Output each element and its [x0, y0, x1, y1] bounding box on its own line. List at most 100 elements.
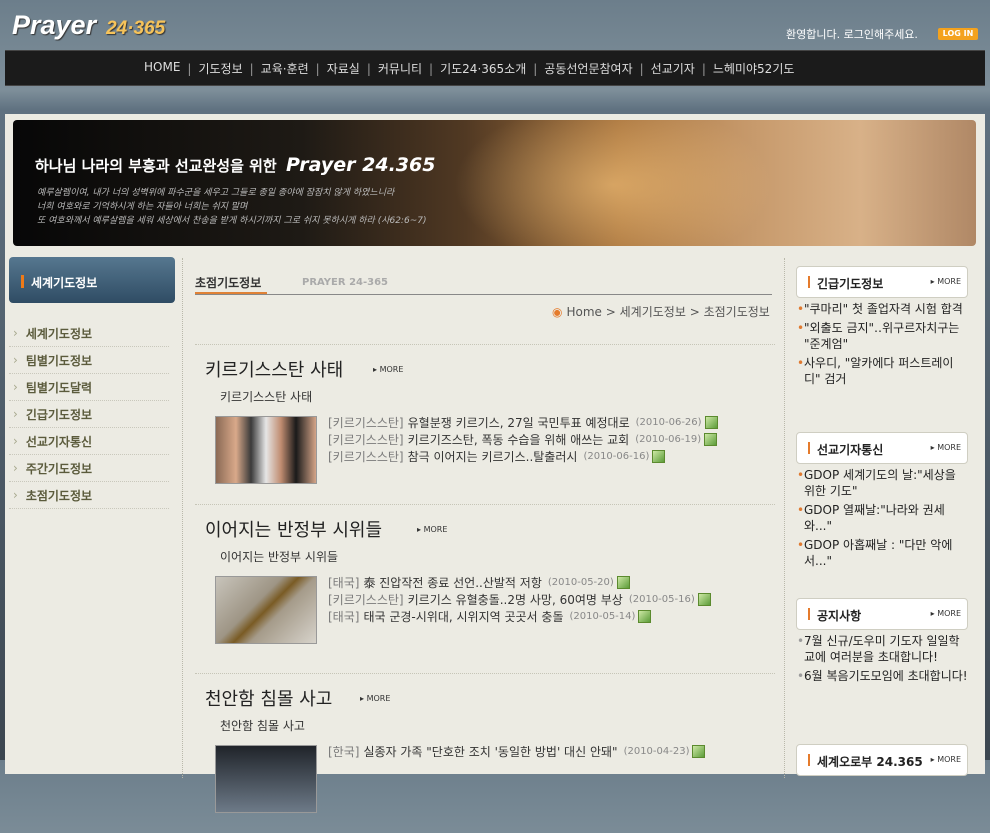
- nav-item[interactable]: | 선교기자: [633, 60, 695, 77]
- news-category[interactable]: [키르기스스탄]: [328, 591, 404, 608]
- more-label[interactable]: MORE: [937, 277, 961, 286]
- right-box-item-text[interactable]: GDOP 열째날:"나라와 권세와...": [804, 503, 945, 533]
- more-label[interactable]: MORE: [937, 609, 961, 618]
- news-category[interactable]: [키르기스스탄]: [328, 414, 404, 431]
- nav-item[interactable]: | 커뮤니티: [360, 60, 422, 77]
- news-item[interactable]: [키르기스스탄] 키르기스 유혈충돌..2명 사망, 60여명 부상 (2010-0…: [328, 591, 711, 608]
- nav-item[interactable]: | 자료실: [309, 60, 360, 77]
- sidebar-item[interactable]: › 긴급기도정보: [9, 401, 169, 428]
- section-thumbnail[interactable]: [215, 416, 317, 484]
- sidebar-item[interactable]: › 팀별기도정보: [9, 347, 169, 374]
- right-box-title[interactable]: 공지사항: [817, 607, 861, 624]
- section-title[interactable]: 천안함 침몰 사고: [205, 685, 332, 711]
- right-box-title[interactable]: 긴급기도정보: [817, 275, 883, 292]
- sidebar-item-label[interactable]: 긴급기도정보: [26, 406, 92, 423]
- right-box-item[interactable]: • 6월 복음기도모임에 초대합니다!: [796, 668, 968, 684]
- login-button[interactable]: LOG IN: [938, 28, 978, 40]
- right-box-item[interactable]: • 사우디, "알카에다 퍼스트레이디" 검거: [796, 355, 968, 387]
- right-box-item[interactable]: • GDOP 아홉째날 : "다만 악에서...": [796, 537, 968, 569]
- nav-item[interactable]: | 기도24·365소개: [422, 60, 526, 77]
- nav-item-label[interactable]: HOME: [144, 60, 180, 74]
- section-title[interactable]: 이어지는 반정부 시위들: [205, 516, 382, 542]
- news-category[interactable]: [태국]: [328, 608, 359, 625]
- more-label[interactable]: MORE: [367, 694, 391, 703]
- sidebar-item-label[interactable]: 세계기도정보: [26, 325, 92, 342]
- section-title[interactable]: 키르기스스탄 사태: [205, 356, 343, 382]
- main-banner: 하나님 나라의 부흥과 선교완성을 위한 Prayer 24.365 예루살렘이…: [13, 120, 976, 246]
- right-box-item-text[interactable]: "외출도 금지"‥위구르자치구는 "준계엄": [804, 321, 959, 351]
- news-title[interactable]: 참극 이어지는 키르기스..탈출러시: [408, 448, 578, 465]
- nav-item[interactable]: | 느헤미야52기도: [695, 60, 795, 77]
- nav-item-label[interactable]: 교육·훈련: [261, 62, 309, 76]
- nav-item-label[interactable]: 커뮤니티: [378, 62, 422, 76]
- nav-item-label[interactable]: 느헤미야52기도: [713, 62, 795, 76]
- right-box-item[interactable]: • GDOP 세계기도의 날:"세상을 위한 기도": [796, 467, 968, 499]
- nav-item[interactable]: | 기도정보: [180, 60, 242, 77]
- sidebar-item[interactable]: › 팀별기도달력: [9, 374, 169, 401]
- photo-icon: [704, 416, 718, 429]
- news-item[interactable]: [키르기스스탄] 키르기즈스탄, 폭동 수습을 위해 애쓰는 교회 (2010-06…: [328, 431, 718, 448]
- more-label[interactable]: MORE: [937, 443, 961, 452]
- news-category[interactable]: [키르기스스탄]: [328, 448, 404, 465]
- more-button[interactable]: ▸ MORE: [360, 694, 390, 703]
- nav-item-label[interactable]: 기도24·365소개: [440, 62, 526, 76]
- breadcrumb-home[interactable]: Home: [566, 305, 601, 319]
- section-divider: [195, 344, 775, 345]
- sidebar-item-label[interactable]: 팀별기도달력: [26, 379, 92, 396]
- nav-item[interactable]: HOME: [144, 60, 180, 77]
- news-title[interactable]: 키르기즈스탄, 폭동 수습을 위해 애쓰는 교회: [408, 431, 630, 448]
- sidebar-item[interactable]: › 주간기도정보: [9, 455, 169, 482]
- news-item[interactable]: [한국] 실종자 가족 "단호한 조치 '동일한 방법' 대신 안돼" (2010-…: [328, 743, 706, 760]
- sidebar-item[interactable]: › 세계기도정보: [9, 320, 169, 347]
- more-button[interactable]: ▸ MORE: [373, 365, 403, 374]
- news-category[interactable]: [한국]: [328, 743, 359, 760]
- nav-item-label[interactable]: 기도정보: [198, 62, 242, 76]
- more-label[interactable]: MORE: [424, 525, 448, 534]
- news-title[interactable]: 泰 진압작전 종료 선언..산발적 저항: [363, 574, 541, 591]
- right-box-title[interactable]: 선교기자통신: [817, 441, 883, 458]
- sidebar-item[interactable]: › 선교기자통신: [9, 428, 169, 455]
- more-button[interactable]: ▸ MORE: [931, 277, 961, 286]
- nav-item-label[interactable]: 자료실: [327, 62, 360, 76]
- banner-verse: 예루살렘이여, 내가 너의 성벽위에 파수군을 세우고 그들로 종일 종야에 잠…: [37, 186, 426, 228]
- section-thumbnail[interactable]: [215, 576, 317, 644]
- news-title[interactable]: 태국 군경-시위대, 시위지역 곳곳서 충돌: [363, 608, 563, 625]
- right-box-item[interactable]: • "외출도 금지"‥위구르자치구는 "준계엄": [796, 320, 968, 352]
- nav-item[interactable]: | 교육·훈련: [243, 60, 309, 77]
- news-item[interactable]: [태국] 태국 군경-시위대, 시위지역 곳곳서 충돌 (2010-05-14): [328, 608, 711, 625]
- news-title[interactable]: 키르기스 유혈충돌..2명 사망, 60여명 부상: [408, 591, 623, 608]
- site-logo[interactable]: Prayer 24·365: [12, 10, 165, 40]
- right-box-item-text[interactable]: 7월 신규/도우미 기도자 일일학교에 여러분을 초대합니다!: [804, 634, 960, 664]
- news-item[interactable]: [키르기스스탄] 참극 이어지는 키르기스..탈출러시 (2010-06-16): [328, 448, 718, 465]
- right-box-title[interactable]: 세계오로부 24.365: [817, 753, 923, 770]
- breadcrumb-sep: >: [689, 305, 704, 319]
- right-box-item-text[interactable]: GDOP 아홉째날 : "다만 악에서...": [804, 538, 952, 568]
- news-category[interactable]: [키르기스스탄]: [328, 431, 404, 448]
- news-title[interactable]: 유혈분쟁 키르기스, 27일 국민투표 예정대로: [408, 414, 630, 431]
- news-item[interactable]: [태국] 泰 진압작전 종료 선언..산발적 저항 (2010-05-20): [328, 574, 711, 591]
- sidebar-item-label[interactable]: 초점기도정보: [26, 487, 92, 504]
- right-box-item[interactable]: • GDOP 열째날:"나라와 권세와...": [796, 502, 968, 534]
- right-box-item-text[interactable]: 사우디, "알카에다 퍼스트레이디" 검거: [804, 356, 953, 386]
- news-item[interactable]: [키르기스스탄] 유혈분쟁 키르기스, 27일 국민투표 예정대로 (2010-06…: [328, 414, 718, 431]
- sidebar-item-label[interactable]: 팀별기도정보: [26, 352, 92, 369]
- sidebar-item[interactable]: › 초점기도정보: [9, 482, 169, 509]
- sidebar-item-label[interactable]: 주간기도정보: [26, 460, 92, 477]
- right-box-item[interactable]: • "쿠마리" 첫 졸업자격 시험 합격: [796, 301, 968, 317]
- nav-item[interactable]: | 공동선언문참여자: [526, 60, 632, 77]
- right-box-item-text[interactable]: 6월 복음기도모임에 초대합니다!: [804, 669, 968, 683]
- more-label[interactable]: MORE: [380, 365, 404, 374]
- sidebar-item-label[interactable]: 선교기자통신: [26, 433, 92, 450]
- right-box-item-text[interactable]: GDOP 세계기도의 날:"세상을 위한 기도": [804, 468, 956, 498]
- more-button[interactable]: ▸ MORE: [931, 609, 961, 618]
- nav-item-label[interactable]: 선교기자: [651, 62, 695, 76]
- nav-item-label[interactable]: 공동선언문참여자: [544, 62, 632, 76]
- news-category[interactable]: [태국]: [328, 574, 359, 591]
- more-button[interactable]: ▸ MORE: [931, 443, 961, 452]
- news-title[interactable]: 실종자 가족 "단호한 조치 '동일한 방법' 대신 안돼": [363, 743, 617, 760]
- section-thumbnail[interactable]: [215, 745, 317, 813]
- more-button[interactable]: ▸ MORE: [417, 525, 447, 534]
- right-box-item-text[interactable]: "쿠마리" 첫 졸업자격 시험 합격: [804, 302, 963, 316]
- breadcrumb-item[interactable]: 세계기도정보: [620, 305, 686, 319]
- right-box-item[interactable]: • 7월 신규/도우미 기도자 일일학교에 여러분을 초대합니다!: [796, 633, 968, 665]
